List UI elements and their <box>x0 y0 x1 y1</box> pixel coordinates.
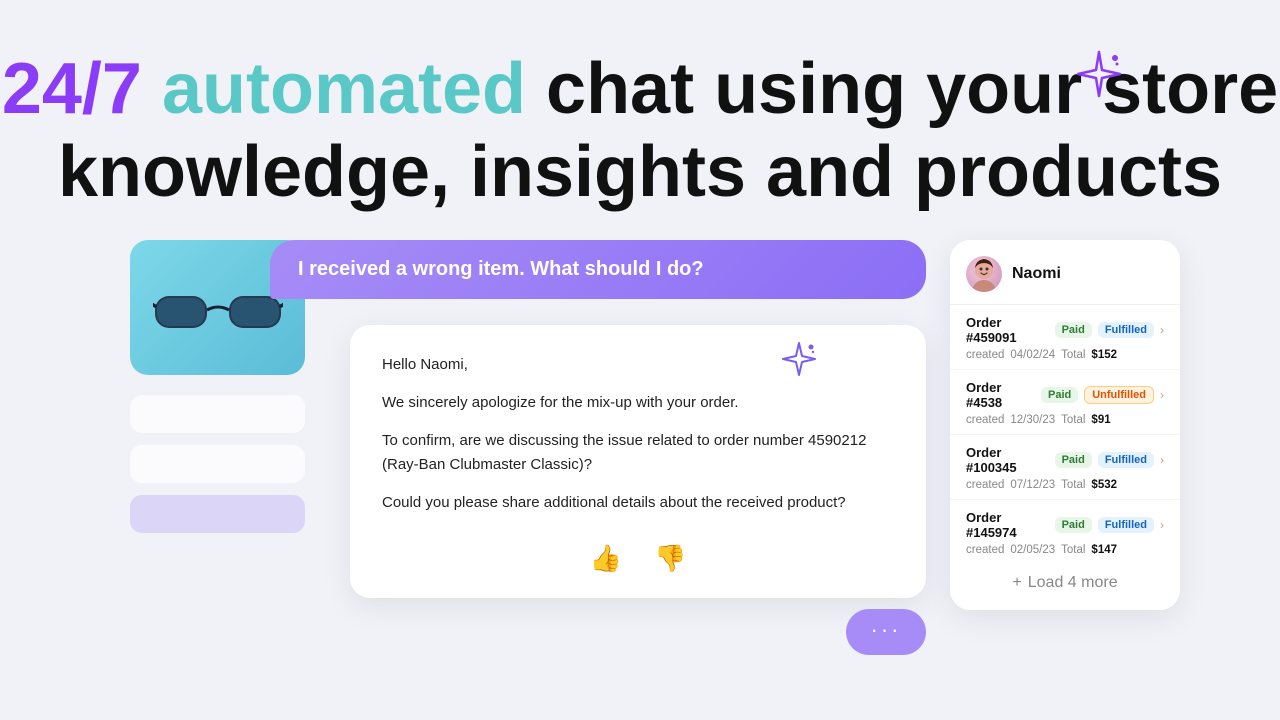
bot-response-card: Hello Naomi, We sincerely apologize for … <box>350 325 926 598</box>
load-more-button[interactable]: + Load 4 more <box>950 564 1180 602</box>
order-number: Order #145974 <box>966 510 1049 540</box>
bg-list-item-1 <box>130 395 305 433</box>
order-total-label: Total <box>1061 479 1085 491</box>
order-total-label: Total <box>1061 544 1085 556</box>
order-date: 02/05/23 <box>1010 544 1055 556</box>
order-total-label: Total <box>1061 414 1085 426</box>
order-meta: created 04/02/24 Total $152 <box>966 349 1164 361</box>
bot-line2: To confirm, are we discussing the issue … <box>382 429 894 477</box>
order-meta: created 07/12/23 Total $532 <box>966 479 1164 491</box>
chevron-icon[interactable]: › <box>1160 388 1164 402</box>
order-total-value: $147 <box>1091 544 1117 556</box>
paid-badge: Paid <box>1055 452 1092 468</box>
order-item: Order #145974 Paid Fulfilled › created 0… <box>950 500 1180 564</box>
chevron-icon[interactable]: › <box>1160 323 1164 337</box>
user-avatar <box>966 256 1002 292</box>
order-top-row: Order #4538 Paid Unfulfilled › <box>966 380 1164 410</box>
paid-badge: Paid <box>1041 387 1078 403</box>
hero-line2: knowledge, insights and products <box>58 132 1222 212</box>
order-created-label: created <box>966 349 1004 361</box>
orders-list: Order #459091 Paid Fulfilled › created 0… <box>950 305 1180 564</box>
load-more-label: Load 4 more <box>1028 574 1118 592</box>
thumbs-up-button[interactable]: 👍 <box>586 539 626 578</box>
order-meta: created 12/30/23 Total $91 <box>966 414 1164 426</box>
order-date: 12/30/23 <box>1010 414 1055 426</box>
more-button-label: ··· <box>871 617 902 643</box>
order-total-label: Total <box>1061 349 1085 361</box>
order-total-value: $152 <box>1091 349 1117 361</box>
order-top-row: Order #145974 Paid Fulfilled › <box>966 510 1164 540</box>
order-item: Order #100345 Paid Fulfilled › created 0… <box>950 435 1180 500</box>
order-date: 07/12/23 <box>1010 479 1055 491</box>
user-message-bubble: I received a wrong item. What should I d… <box>270 240 926 299</box>
bg-list-item-2 <box>130 445 305 483</box>
order-number: Order #100345 <box>966 445 1049 475</box>
glasses-image <box>153 273 283 343</box>
bot-line3: Could you please share additional detail… <box>382 491 894 515</box>
hero-line1-rest: chat using your store <box>546 49 1278 129</box>
user-message-text: I received a wrong item. What should I d… <box>298 258 898 281</box>
status-badge: Unfulfilled <box>1084 386 1154 404</box>
chevron-icon[interactable]: › <box>1160 518 1164 532</box>
order-total-value: $91 <box>1091 414 1110 426</box>
chat-panel: I received a wrong item. What should I d… <box>130 240 926 600</box>
chevron-icon[interactable]: › <box>1160 453 1164 467</box>
main-content: I received a wrong item. What should I d… <box>130 240 1180 610</box>
hero-automated: automated <box>162 49 526 129</box>
order-date: 04/02/24 <box>1010 349 1055 361</box>
bg-list-item-3 <box>130 495 305 533</box>
more-button[interactable]: ··· <box>846 609 926 655</box>
hero-section: 24/7 automated chat using your store kno… <box>0 0 1280 214</box>
order-meta: created 02/05/23 Total $147 <box>966 544 1164 556</box>
order-item: Order #4538 Paid Unfulfilled › created 1… <box>950 370 1180 435</box>
order-total-value: $532 <box>1091 479 1117 491</box>
paid-badge: Paid <box>1055 322 1092 338</box>
thumbs-down-button[interactable]: 👎 <box>650 539 690 578</box>
feedback-row: 👍 👎 <box>382 539 894 578</box>
user-name: Naomi <box>1012 265 1061 283</box>
order-number: Order #4538 <box>966 380 1035 410</box>
order-created-label: created <box>966 414 1004 426</box>
user-header: Naomi <box>950 256 1180 305</box>
avatar-image <box>966 256 1002 292</box>
plus-icon: + <box>1012 574 1021 592</box>
order-created-label: created <box>966 544 1004 556</box>
order-number: Order #459091 <box>966 315 1049 345</box>
status-badge: Fulfilled <box>1098 452 1154 468</box>
hero-247: 24/7 <box>2 49 142 129</box>
status-badge: Fulfilled <box>1098 517 1154 533</box>
status-badge: Fulfilled <box>1098 322 1154 338</box>
order-created-label: created <box>966 479 1004 491</box>
bot-line1: We sincerely apologize for the mix-up wi… <box>382 391 894 415</box>
orders-panel: Naomi Order #459091 Paid Fulfilled › cre… <box>950 240 1180 610</box>
star-sparkle-icon <box>780 340 818 386</box>
order-top-row: Order #459091 Paid Fulfilled › <box>966 315 1164 345</box>
sparkle-icon <box>1073 48 1125 105</box>
paid-badge: Paid <box>1055 517 1092 533</box>
order-top-row: Order #100345 Paid Fulfilled › <box>966 445 1164 475</box>
order-item: Order #459091 Paid Fulfilled › created 0… <box>950 305 1180 370</box>
